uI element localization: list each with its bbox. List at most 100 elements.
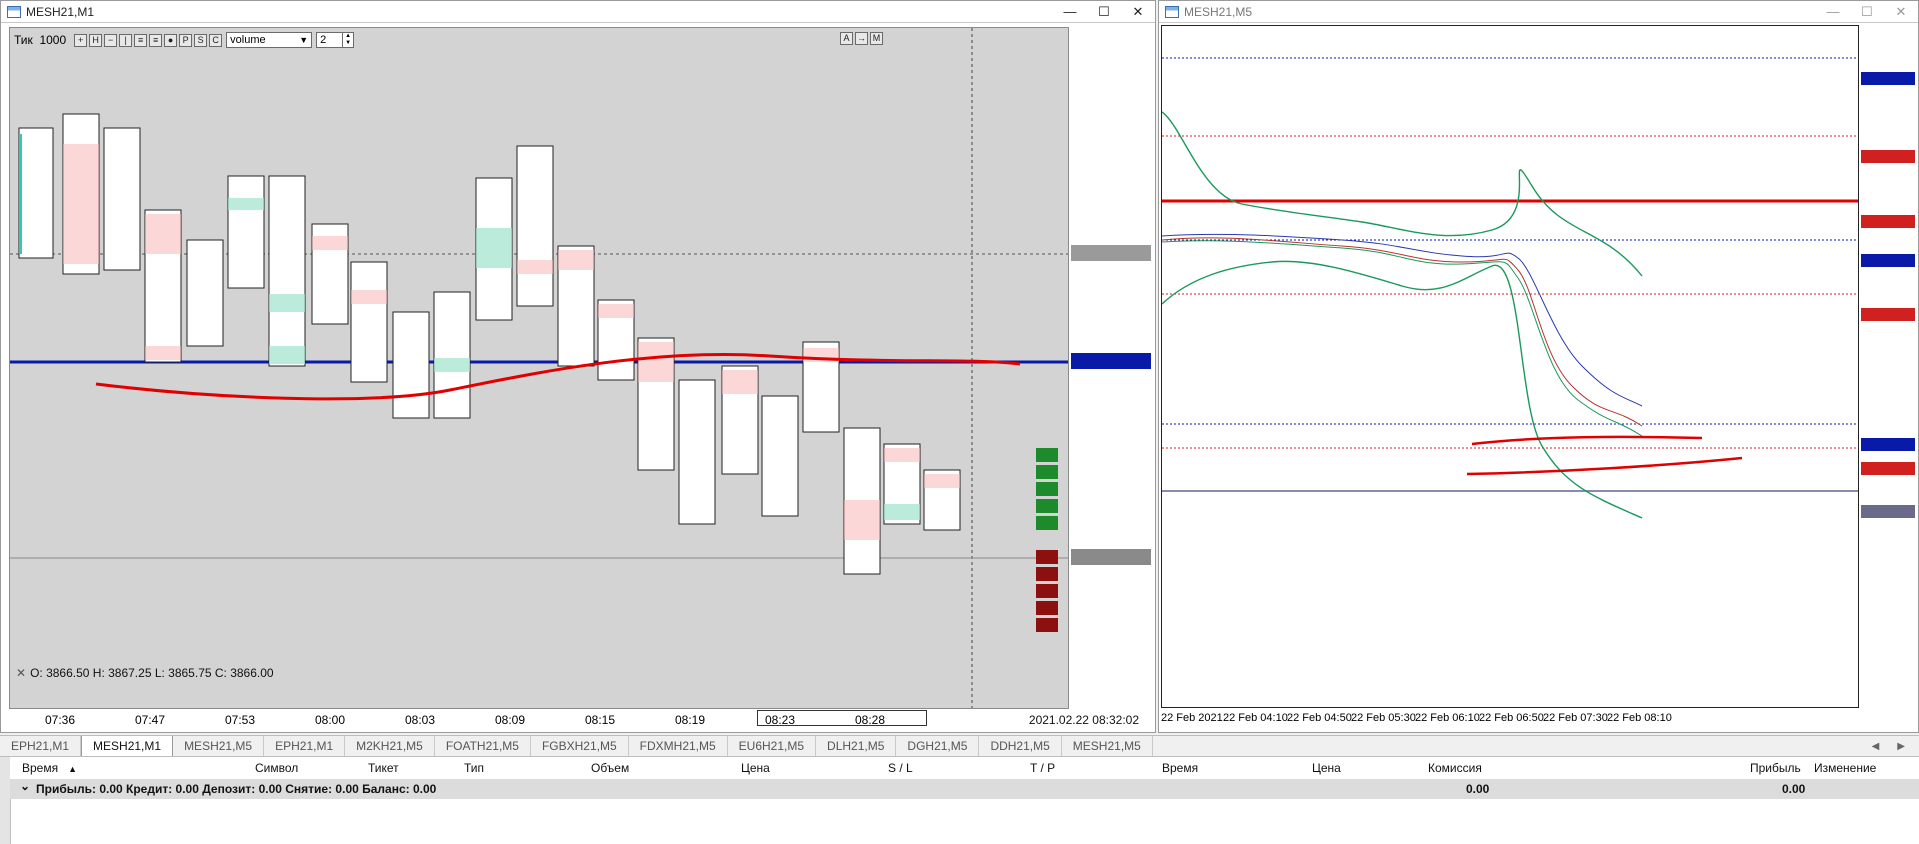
tab-chart[interactable]: DGH21,M5 [896, 736, 980, 756]
chart-client-area: 22 Feb 2021 22 Feb 04:10 22 Feb 04:50 22… [1159, 23, 1918, 732]
toolbar-m-button[interactable]: M [870, 32, 883, 45]
chart-client-area: Тик 1000 + H − | ≡ ≡ ● P S C volume ▼ 2 … [1, 23, 1155, 732]
footprint-bar [18, 127, 54, 259]
toolbar-h-button[interactable]: H [89, 33, 103, 47]
time-tick-label: 07:36 [45, 713, 76, 727]
tab-chart[interactable]: M2KH21,M5 [345, 736, 435, 756]
time-range-marker[interactable] [757, 710, 927, 726]
tab-chart[interactable]: MESH21,M5 [1062, 736, 1153, 756]
tab-chart[interactable]: FDXMH21,M5 [629, 736, 728, 756]
toolbar-a-button[interactable]: A [840, 32, 853, 45]
trade-table-header: Время ▲ Символ Тикет Тип Объем Цена S / … [10, 757, 1919, 780]
price-tag-red [1861, 215, 1915, 228]
minimize-button[interactable]: — [1053, 1, 1087, 23]
column-header-symbol[interactable]: Символ [255, 761, 298, 775]
toolbar-plus-button[interactable]: + [74, 33, 88, 47]
column-header-commission[interactable]: Комиссия [1428, 761, 1482, 775]
tab-chart[interactable]: MESH21,M5 [173, 736, 265, 756]
scroll-left-icon[interactable]: ◀ [1872, 741, 1880, 752]
time-axis[interactable]: 22 Feb 2021 22 Feb 04:10 22 Feb 04:50 22… [1161, 708, 1917, 730]
price-tag-current [1071, 549, 1151, 565]
column-header-profit[interactable]: Прибыль [1750, 761, 1801, 775]
column-header-close-price[interactable]: Цена [1312, 761, 1341, 775]
time-tick-label: 22 Feb 06:10 [1415, 712, 1480, 724]
candlestick-chart-plot[interactable] [1161, 25, 1859, 708]
footprint-bar [268, 175, 306, 367]
stepper-arrows-icon[interactable]: ▲ ▼ [342, 33, 353, 47]
toolbar-profile-button[interactable]: ≡ [134, 33, 148, 47]
summary-commission: 0.00 [1466, 782, 1490, 796]
tab-chart-active[interactable]: MESH21,M1 [81, 736, 174, 756]
footprint-bar [923, 469, 961, 531]
footprint-bar [475, 177, 513, 321]
volume-mode-select[interactable]: volume ▼ [226, 32, 313, 48]
moving-average [1162, 237, 1643, 427]
price-axis-marks [1861, 72, 1915, 518]
price-axis[interactable] [1859, 25, 1917, 708]
tab-chart[interactable]: EPH21,M1 [264, 736, 346, 756]
price-tag-red [1861, 150, 1915, 163]
price-axis[interactable] [1069, 27, 1153, 709]
toolbar-s-button[interactable]: S [194, 33, 208, 47]
close-button[interactable]: ✕ [1884, 1, 1918, 23]
toolbar-bar-button[interactable]: | [119, 33, 133, 47]
time-axis[interactable]: 07:36 07:47 07:53 08:00 08:03 08:09 08:1… [9, 709, 1153, 731]
chart-window-m1: MESH21,M1 — ☐ ✕ Тик 1000 + H − | ≡ ≡ ● P… [0, 0, 1156, 733]
toolbar-c-button[interactable]: C [209, 33, 223, 47]
account-summary-row[interactable]: ⌄ Прибыль: 0.00 Кредит: 0.00 Депозит: 0.… [10, 779, 1919, 799]
crosshair-tools-icon[interactable]: ✕ [16, 666, 26, 680]
tab-chart[interactable]: FGBXH21,M5 [531, 736, 629, 756]
ohlc-readout: ✕ O: 3866.50 H: 3867.25 L: 3865.75 C: 38… [16, 666, 274, 680]
depth-stepper[interactable]: 2 ▲ ▼ [316, 32, 355, 48]
time-tick-label: 07:53 [225, 713, 256, 727]
time-tick-label: 22 Feb 2021 [1161, 712, 1223, 724]
footprint-graphics [10, 28, 1068, 708]
footprint-chart-plot[interactable]: Тик 1000 + H − | ≡ ≡ ● P S C volume ▼ 2 … [9, 27, 1069, 709]
column-header-price[interactable]: Цена [741, 761, 770, 775]
collapse-toggle-icon[interactable]: ⌄ [20, 779, 30, 793]
column-header-close-time[interactable]: Время [1162, 761, 1198, 775]
footprint-bar [103, 127, 141, 271]
window-titlebar[interactable]: MESH21,M1 — ☐ ✕ [1, 1, 1155, 23]
window-title: MESH21,M5 [1184, 4, 1253, 19]
maximize-button[interactable]: ☐ [1087, 1, 1121, 23]
tab-chart[interactable]: EPH21,M1 [0, 736, 82, 756]
column-header-ticket[interactable]: Тикет [368, 761, 399, 775]
toolbar-p-button[interactable]: P [179, 33, 193, 47]
toolbar-dot-button[interactable]: ● [164, 33, 178, 47]
column-header-volume[interactable]: Объем [591, 761, 629, 775]
column-header-type[interactable]: Тип [464, 761, 484, 775]
footprint-bar [557, 245, 595, 367]
minimize-button[interactable]: — [1816, 1, 1850, 23]
footprint-bar [516, 145, 554, 307]
bollinger-band-upper [1162, 111, 1643, 277]
tab-chart[interactable]: EU6H21,M5 [728, 736, 817, 756]
tab-chart[interactable]: DDH21,M5 [979, 736, 1062, 756]
tab-chart[interactable]: FOATH21,M5 [435, 736, 531, 756]
footprint-bar [802, 341, 840, 433]
toolbar-minus-button[interactable]: − [104, 33, 118, 47]
footprint-bar [392, 311, 430, 419]
time-tick-label: 08:09 [495, 713, 526, 727]
footprint-bar [597, 299, 635, 381]
window-titlebar[interactable]: MESH21,M5 — ☐ ✕ [1159, 1, 1918, 23]
footprint-bar [721, 365, 759, 475]
time-tick-label: 22 Feb 04:50 [1287, 712, 1352, 724]
summary-profit: 0.00 [1782, 782, 1806, 796]
footprint-bar [350, 261, 388, 383]
footprint-toolbar: Тик 1000 + H − | ≡ ≡ ● P S C volume ▼ 2 … [14, 32, 355, 48]
footprint-bar [311, 223, 349, 325]
toolbar-arrow-button[interactable]: → [855, 32, 868, 45]
column-header-change[interactable]: Изменение [1814, 761, 1876, 775]
column-header-tp[interactable]: T / P [1030, 761, 1055, 775]
footprint-bar [186, 239, 224, 347]
chart-tab-bar: EPH21,M1 MESH21,M1 MESH21,M5 EPH21,M1 M2… [0, 735, 1919, 757]
close-button[interactable]: ✕ [1121, 1, 1155, 23]
time-tick-label: 22 Feb 06:50 [1479, 712, 1544, 724]
scroll-right-icon[interactable]: ▶ [1897, 741, 1905, 752]
tab-chart[interactable]: DLH21,M5 [816, 736, 897, 756]
column-header-sl[interactable]: S / L [888, 761, 913, 775]
column-header-time[interactable]: Время ▲ [22, 761, 77, 775]
maximize-button[interactable]: ☐ [1850, 1, 1884, 23]
toolbar-ladder-button[interactable]: ≡ [149, 33, 163, 47]
